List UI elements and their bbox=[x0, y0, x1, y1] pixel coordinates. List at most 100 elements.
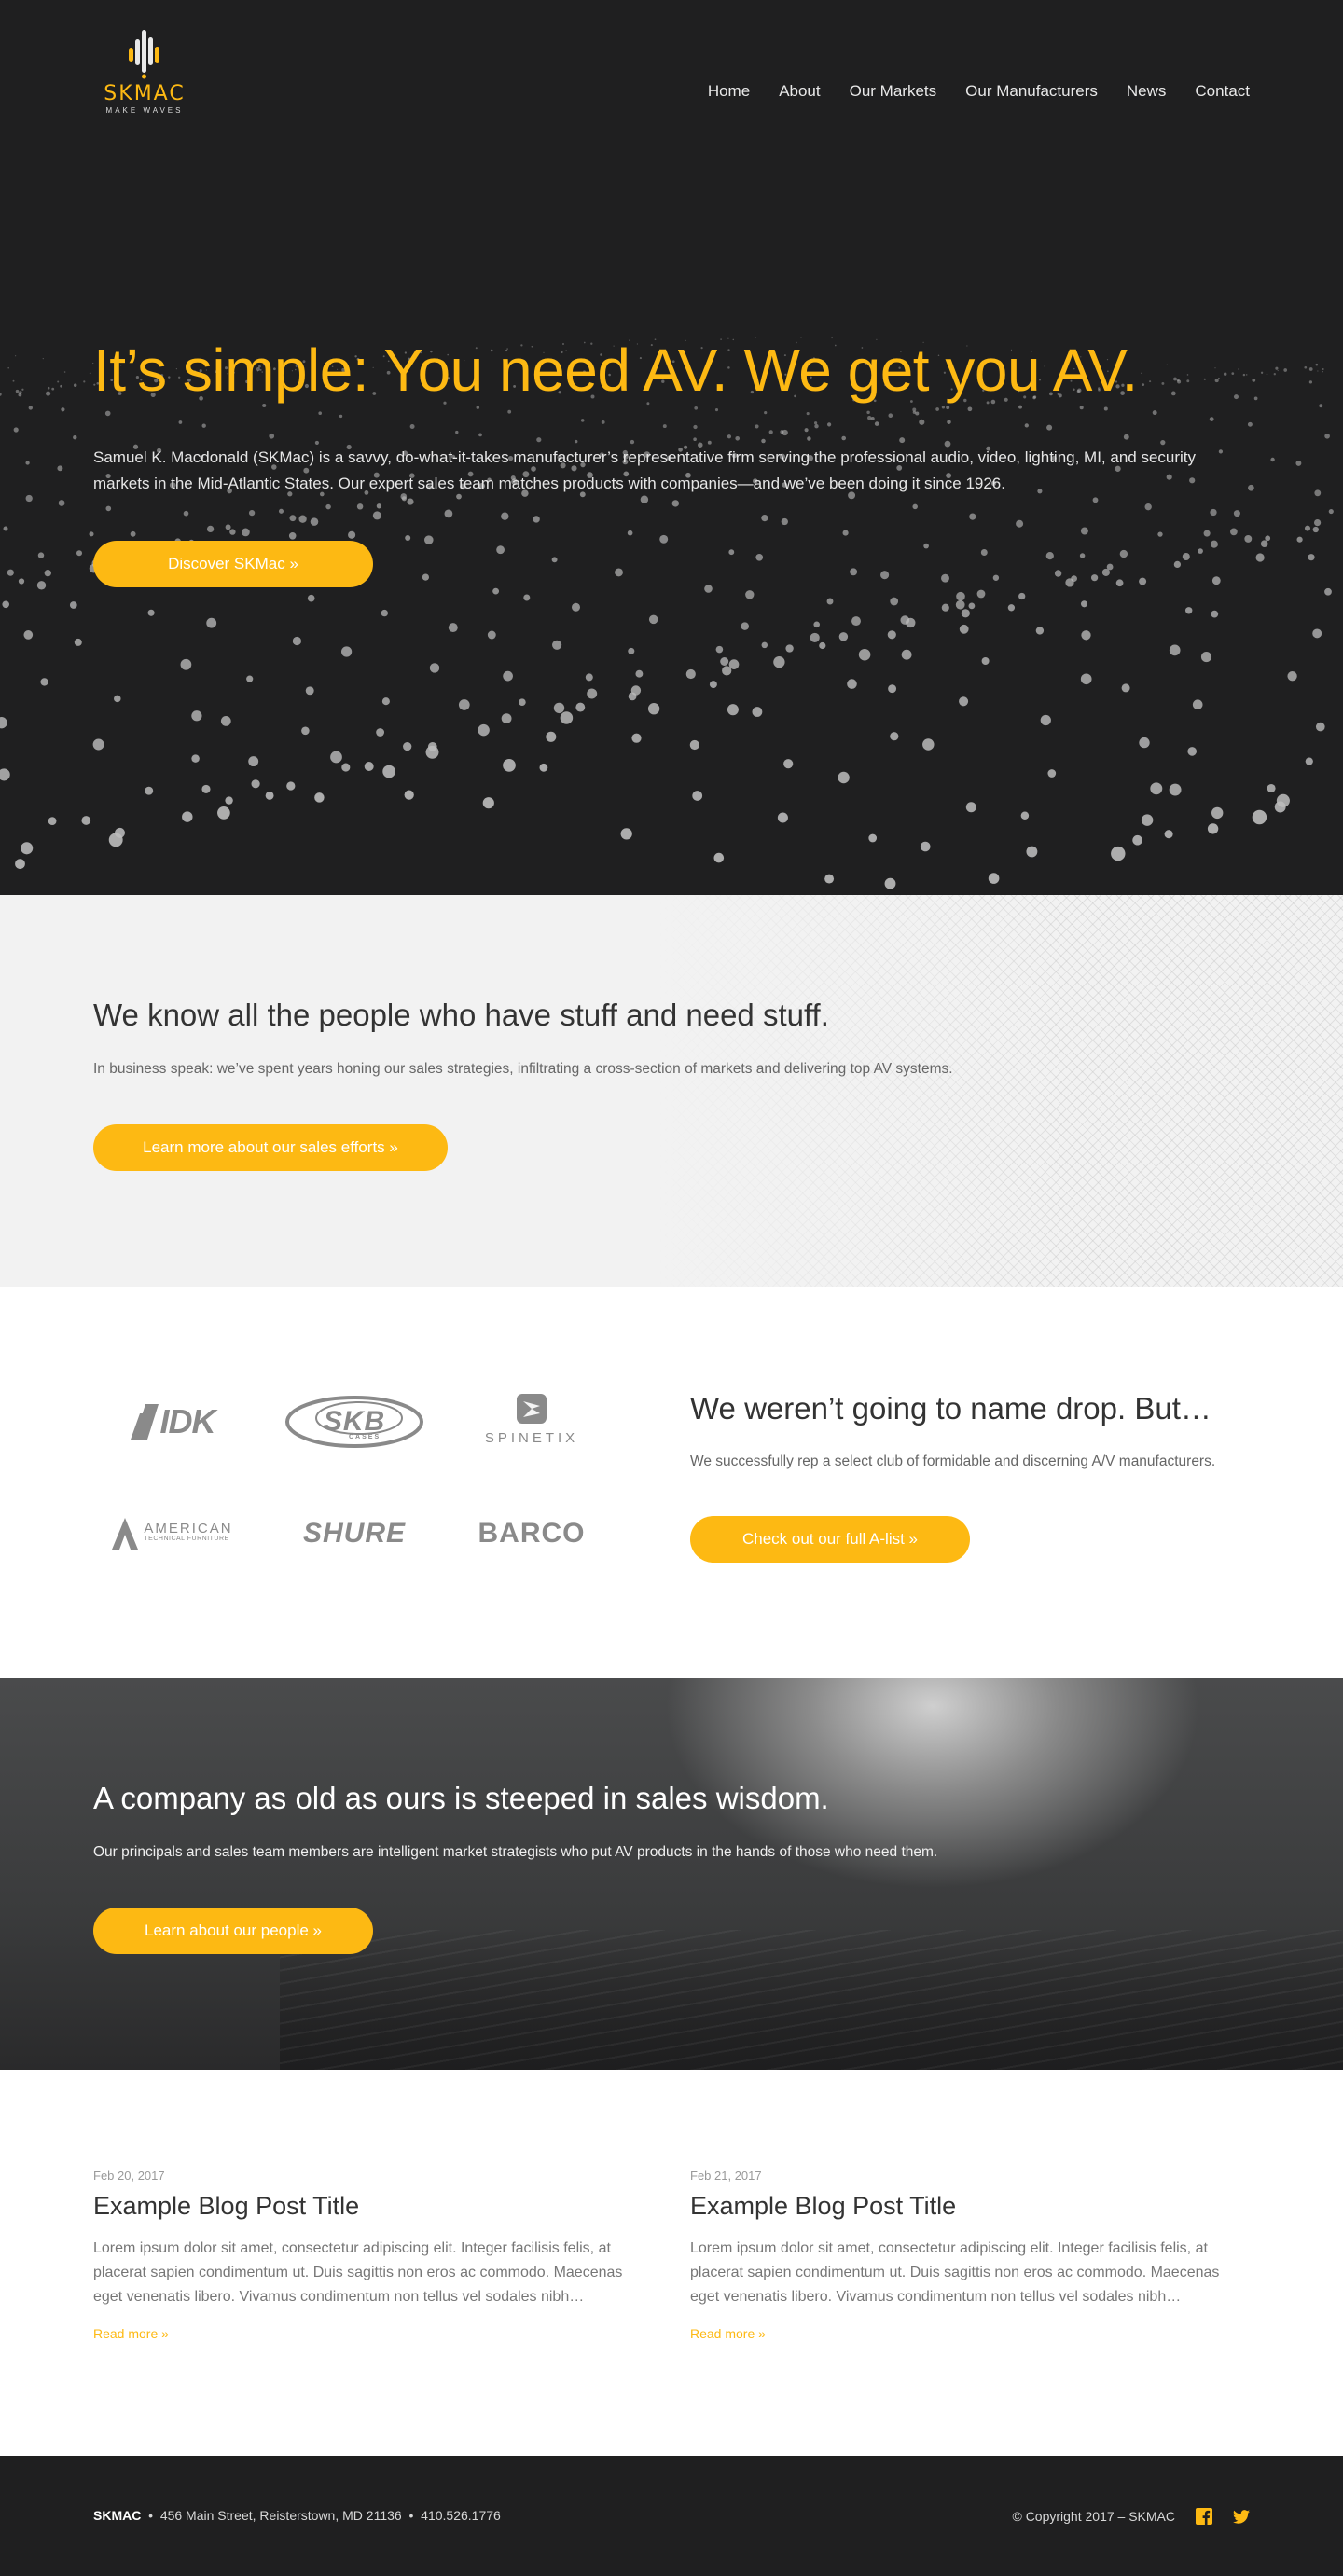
particle-dot bbox=[381, 697, 390, 706]
particle-dot bbox=[286, 781, 296, 791]
particle-dot bbox=[1304, 365, 1308, 369]
particle-dot bbox=[1296, 536, 1303, 543]
logo-wave-icon bbox=[129, 30, 159, 79]
brand-name: SPINETIX bbox=[484, 1430, 579, 1446]
nav-news[interactable]: News bbox=[1127, 82, 1167, 101]
particle-dot bbox=[628, 647, 635, 654]
particle-dot bbox=[206, 525, 215, 533]
particle-dot bbox=[1111, 846, 1126, 861]
footer-contact: SKMAC • 456 Main Street, Reisterstown, M… bbox=[93, 2508, 501, 2523]
brand-logo-american[interactable]: AMERICAN TECHNICAL FURNITURE bbox=[103, 1510, 242, 1557]
particle-dot bbox=[301, 726, 310, 736]
particle-dot bbox=[182, 811, 193, 822]
particle-dot bbox=[487, 630, 496, 640]
people-button[interactable]: Learn about our people » bbox=[93, 1908, 373, 1954]
footer-phone[interactable]: 410.526.1776 bbox=[421, 2508, 501, 2523]
particle-dot bbox=[1139, 577, 1147, 585]
post-title[interactable]: Example Blog Post Title bbox=[93, 2192, 644, 2221]
brand-name: BARCO bbox=[478, 1518, 586, 1549]
read-more-link[interactable]: Read more » bbox=[93, 2326, 169, 2341]
idk-mark-icon bbox=[130, 1404, 159, 1440]
brand-logo-barco[interactable]: BARCO bbox=[462, 1510, 602, 1557]
particle-dot bbox=[73, 435, 77, 440]
particle-dot bbox=[292, 636, 302, 646]
particle-dot bbox=[1308, 367, 1313, 371]
logo[interactable]: SKMAC MAKE WAVES bbox=[93, 28, 196, 115]
particle-dot bbox=[935, 407, 939, 411]
particle-dot bbox=[1132, 834, 1142, 846]
twitter-icon[interactable] bbox=[1233, 2508, 1250, 2525]
footer-brand: SKMAC bbox=[93, 2508, 142, 2523]
particle-dot bbox=[1046, 424, 1053, 431]
nav-contact[interactable]: Contact bbox=[1195, 82, 1250, 101]
particle-dot bbox=[659, 534, 669, 544]
particle-dot bbox=[785, 644, 794, 653]
discover-button[interactable]: Discover SKMac » bbox=[93, 541, 373, 587]
particle-dot bbox=[1173, 377, 1177, 381]
particle-dot bbox=[694, 406, 699, 410]
nav-our-manufacturers[interactable]: Our Manufacturers bbox=[965, 82, 1098, 101]
particle-dot bbox=[806, 412, 810, 416]
particle-dot bbox=[47, 386, 50, 390]
particle-dot bbox=[1223, 372, 1227, 376]
particle-dot bbox=[444, 509, 453, 518]
particle-dot bbox=[901, 649, 912, 660]
particle-dot bbox=[887, 630, 896, 640]
particle-dot bbox=[422, 573, 429, 581]
particle-dot bbox=[1016, 519, 1024, 528]
particle-dot bbox=[246, 675, 254, 682]
particle-dot bbox=[1270, 457, 1275, 462]
brand-logo-spinetix[interactable]: SPINETIX bbox=[462, 1384, 602, 1454]
particle-dot bbox=[1266, 373, 1268, 376]
nav-home[interactable]: Home bbox=[708, 82, 750, 101]
logo-tagline: MAKE WAVES bbox=[105, 106, 184, 115]
particle-dot bbox=[693, 424, 698, 430]
particle-dot bbox=[992, 574, 1000, 581]
particle-dot bbox=[1260, 540, 1268, 548]
particle-dot bbox=[225, 524, 231, 530]
particle-dot bbox=[585, 673, 593, 682]
particle-dot bbox=[0, 768, 10, 781]
particle-dot bbox=[1267, 783, 1276, 793]
facebook-icon[interactable] bbox=[1196, 2508, 1212, 2525]
particle-dot bbox=[814, 421, 818, 425]
particle-dot bbox=[755, 553, 764, 561]
particle-dot bbox=[838, 771, 850, 784]
a-list-button[interactable]: Check out our full A-list » bbox=[690, 1516, 970, 1563]
particle-dot bbox=[403, 741, 412, 751]
particle-dot bbox=[941, 573, 949, 583]
brand-logo-shure[interactable]: SHURE bbox=[280, 1510, 429, 1557]
brand-logo-skb[interactable]: SKB CASES bbox=[280, 1389, 429, 1454]
particle-dot bbox=[631, 733, 642, 743]
particle-dot bbox=[51, 387, 55, 391]
particle-dot bbox=[1184, 607, 1193, 614]
people-section: A company as old as ours is steeped in s… bbox=[0, 1678, 1343, 2070]
nav-our-markets[interactable]: Our Markets bbox=[850, 82, 937, 101]
particle-dot bbox=[867, 416, 872, 420]
particle-dot bbox=[1081, 630, 1091, 641]
particle-dot bbox=[376, 728, 385, 737]
particle-dot bbox=[551, 557, 558, 563]
post-title[interactable]: Example Blog Post Title bbox=[690, 2192, 1240, 2221]
particle-dot bbox=[1242, 373, 1246, 377]
brand-logo-idk[interactable]: IDK bbox=[103, 1394, 242, 1450]
sales-efforts-button[interactable]: Learn more about our sales efforts » bbox=[93, 1124, 448, 1171]
nav-about[interactable]: About bbox=[779, 82, 820, 101]
post-excerpt: Lorem ipsum dolor sit amet, consectetur … bbox=[93, 2240, 623, 2305]
hero-section: SKMAC MAKE WAVES Home About Our Markets … bbox=[0, 0, 1343, 895]
particle-dot bbox=[947, 420, 951, 424]
mesh-pattern-background bbox=[653, 895, 1343, 1287]
read-more-link[interactable]: Read more » bbox=[690, 2326, 766, 2341]
particle-dot bbox=[25, 494, 33, 503]
particle-dot bbox=[553, 702, 565, 714]
particle-dot bbox=[761, 514, 768, 522]
particle-dot bbox=[501, 713, 512, 724]
particle-dot bbox=[248, 756, 259, 767]
particle-dot bbox=[492, 587, 500, 595]
particle-dot bbox=[968, 602, 976, 610]
particle-dot bbox=[7, 569, 14, 576]
particle-dot bbox=[1018, 592, 1026, 600]
particle-dot bbox=[1211, 806, 1224, 820]
particle-dot bbox=[60, 384, 62, 388]
particle-dot bbox=[341, 763, 351, 772]
